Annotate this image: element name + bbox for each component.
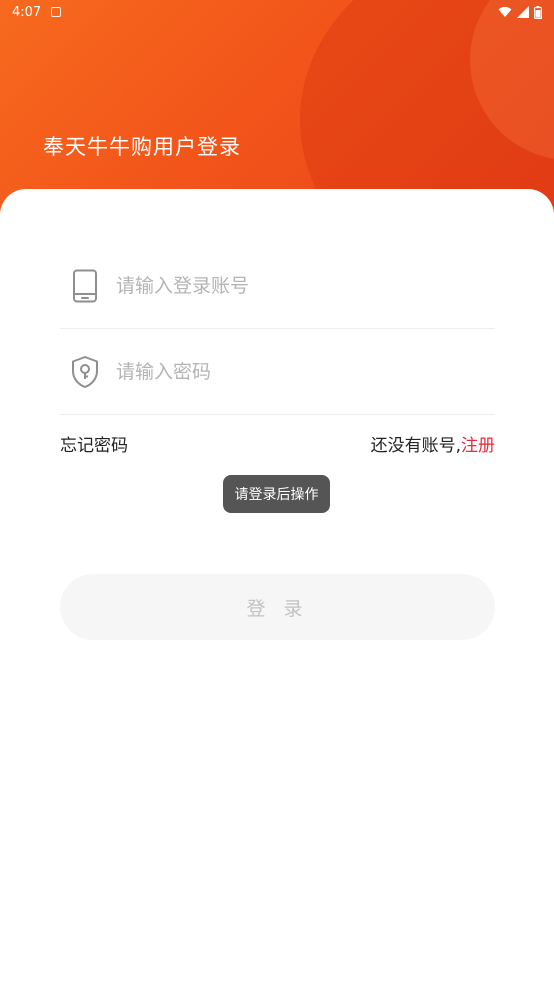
password-input[interactable]	[116, 360, 456, 383]
battery-icon	[534, 5, 542, 19]
forgot-password-link[interactable]: 忘记密码	[60, 431, 128, 456]
password-field	[60, 329, 495, 415]
wifi-icon	[498, 6, 512, 17]
account-field	[60, 243, 495, 329]
register-prompt: 还没有账号,注册	[371, 431, 495, 456]
status-icons	[498, 5, 542, 19]
notification-icon	[51, 7, 62, 17]
login-button[interactable]: 登 录	[60, 574, 495, 640]
phone-icon	[70, 269, 100, 303]
account-input[interactable]	[116, 274, 456, 297]
no-account-text: 还没有账号,	[370, 435, 461, 456]
toast-message: 请登录后操作	[223, 475, 330, 513]
status-time: 4:07	[12, 4, 42, 20]
auth-links-row: 忘记密码 还没有账号,注册	[60, 428, 495, 458]
register-link[interactable]: 注册	[461, 436, 495, 456]
signal-icon	[517, 6, 529, 18]
shield-key-icon	[70, 355, 100, 389]
status-bar: 4:07	[0, 0, 554, 24]
page-title: 奉天牛牛购用户登录	[43, 135, 241, 159]
